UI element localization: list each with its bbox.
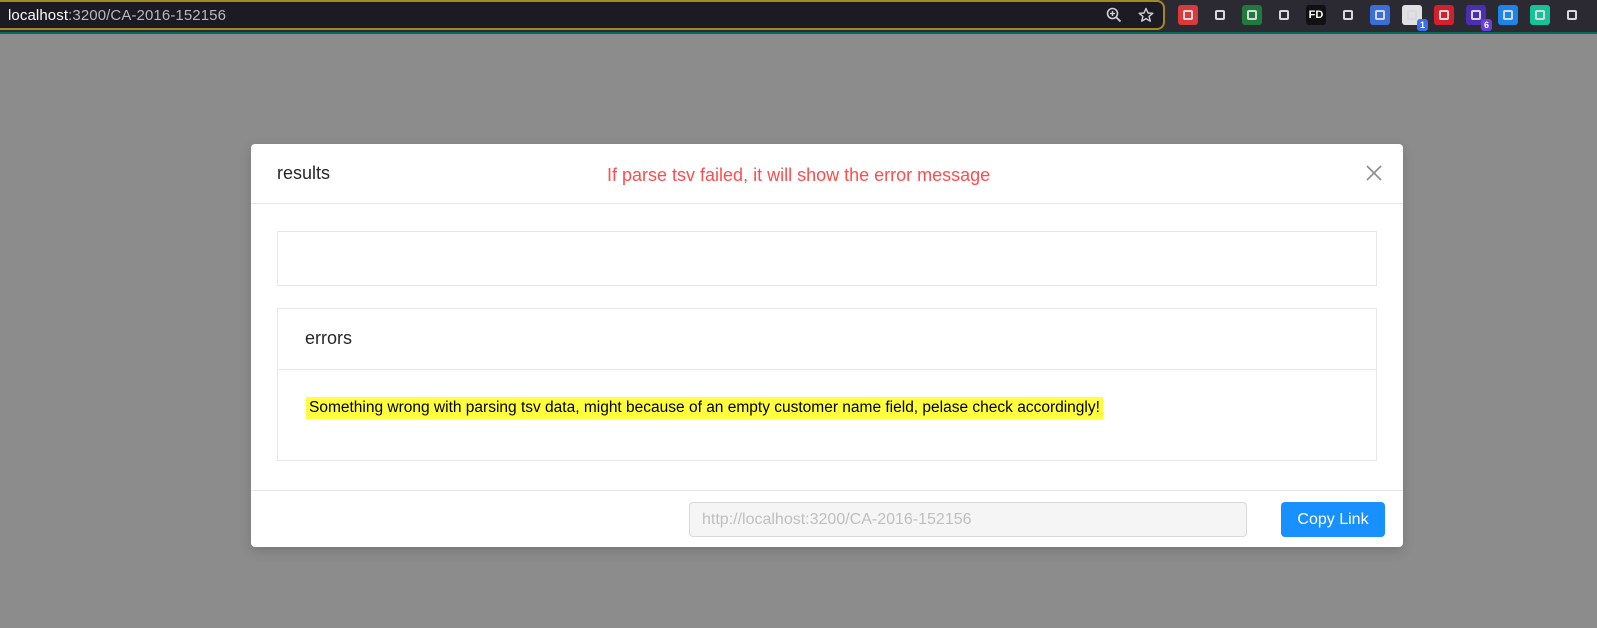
address-bar[interactable]: localhost:3200/CA-2016-152156	[0, 0, 1165, 30]
ext-hex-icon[interactable]	[1498, 5, 1518, 25]
results-card	[277, 231, 1377, 286]
modal-footer: Copy Link	[251, 490, 1403, 547]
extension-glyph	[1343, 10, 1353, 20]
fd-icon[interactable]: FD	[1306, 5, 1326, 25]
extension-label: FD	[1308, 9, 1324, 21]
close-button[interactable]	[1363, 162, 1385, 184]
extension-badge: 6	[1480, 19, 1492, 31]
share-link-input[interactable]	[689, 502, 1247, 537]
ext-dotted-icon[interactable]	[1210, 5, 1230, 25]
extension-glyph	[1375, 10, 1385, 20]
star-icon[interactable]	[1137, 6, 1155, 24]
url-host: localhost	[8, 6, 69, 24]
errors-card-header: errors	[278, 309, 1376, 370]
extension-glyph	[1247, 10, 1257, 20]
extension-glyph	[1215, 10, 1225, 20]
extension-glyph	[1503, 10, 1513, 20]
grammarly-icon[interactable]	[1530, 5, 1550, 25]
extension-glyph	[1567, 10, 1577, 20]
ext-red-play-icon[interactable]	[1434, 5, 1454, 25]
errors-card: errors Something wrong with parsing tsv …	[277, 308, 1377, 461]
extension-badge: 1	[1416, 19, 1428, 31]
close-icon	[1366, 165, 1382, 181]
results-modal: results If parse tsv failed, it will sho…	[251, 144, 1403, 547]
url-text[interactable]: localhost:3200/CA-2016-152156	[8, 7, 226, 24]
ext-green-square-icon[interactable]	[1242, 5, 1262, 25]
errors-title: errors	[305, 328, 353, 348]
ext-picture-icon[interactable]	[1370, 5, 1390, 25]
url-path: :3200/CA-2016-152156	[68, 6, 227, 24]
extension-glyph	[1407, 10, 1417, 20]
modal-header: results If parse tsv failed, it will sho…	[251, 144, 1403, 204]
camera-icon[interactable]	[1338, 5, 1358, 25]
extension-glyph	[1535, 10, 1545, 20]
ext-arrow-icon[interactable]: 1	[1402, 5, 1428, 31]
error-annotation: If parse tsv failed, it will show the er…	[607, 165, 991, 185]
ext-purple-icon[interactable]: 6	[1466, 5, 1492, 31]
browser-toolbar: localhost:3200/CA-2016-152156 FD 1 6	[0, 0, 1597, 34]
modal-title: results	[277, 163, 331, 183]
zoom-icon[interactable]	[1105, 6, 1123, 24]
extension-glyph	[1471, 10, 1481, 20]
copy-link-button[interactable]: Copy Link	[1281, 502, 1385, 537]
ext-triangle-icon[interactable]	[1562, 5, 1582, 25]
pocket-icon[interactable]	[1274, 5, 1294, 25]
extension-glyph	[1279, 10, 1289, 20]
extension-glyph	[1183, 10, 1193, 20]
ext-red-icon[interactable]	[1178, 5, 1198, 25]
extension-glyph	[1439, 10, 1449, 20]
error-message: Something wrong with parsing tsv data, m…	[306, 397, 1103, 419]
extensions-toolbar: FD 1 6	[1178, 5, 1582, 31]
